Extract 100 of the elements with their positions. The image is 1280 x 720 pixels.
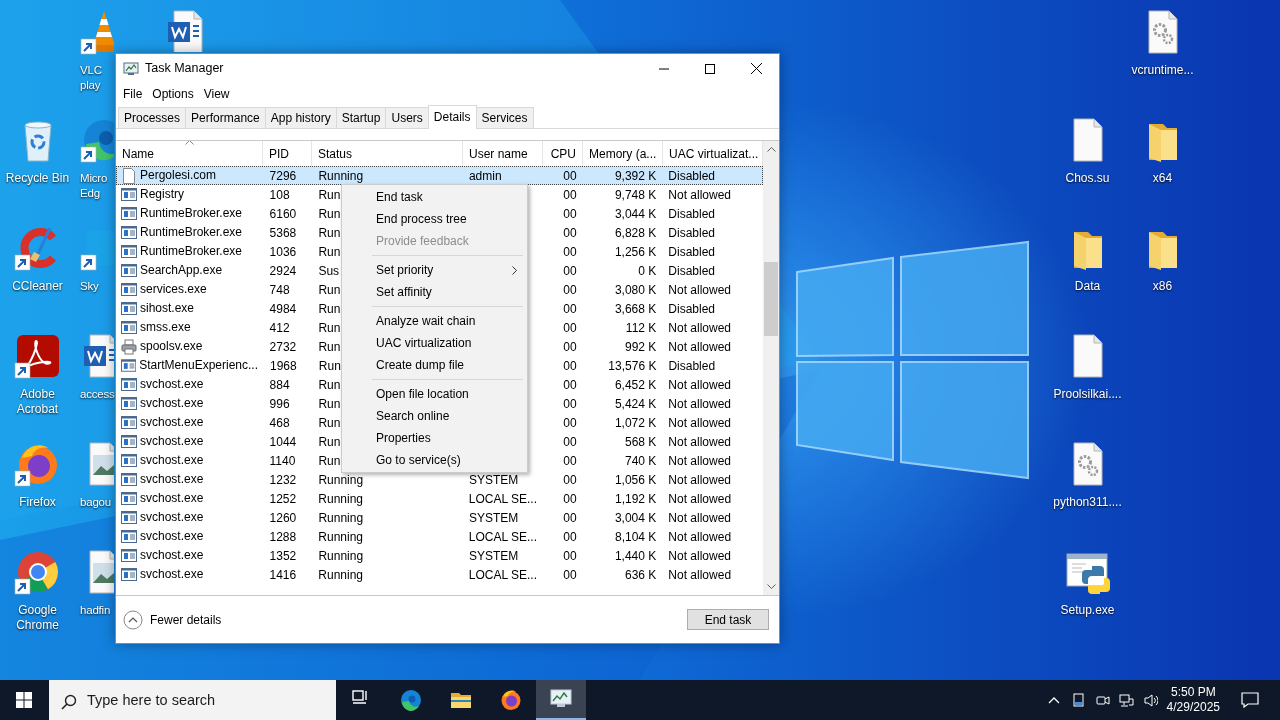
fewer-details-button[interactable]: Fewer details — [123, 609, 222, 630]
table-cell-text: Not allowed — [667, 282, 732, 299]
table-cell[interactable]: RuntimeBroker.exe — [137, 205, 249, 222]
menu-item[interactable]: End task — [344, 186, 525, 208]
table-cell-text: 412 — [268, 320, 291, 337]
icon-label[interactable]: Google Chrome — [16, 603, 59, 633]
tab[interactable]: Startup — [335, 107, 387, 128]
table-cell[interactable]: svchost.exe — [137, 395, 210, 412]
table-cell[interactable]: svchost.exe — [137, 509, 210, 526]
table-cell-text: 1,056 K — [613, 472, 658, 489]
menu-item[interactable]: Search online — [344, 405, 525, 427]
table-cell-text: 00 — [562, 339, 578, 356]
tab[interactable]: Users — [385, 107, 429, 128]
table-cell-text: 1968 — [269, 358, 298, 375]
device-icon[interactable] — [1071, 692, 1087, 708]
scroll-down-icon[interactable] — [766, 584, 776, 589]
menu-item[interactable]: View — [198, 85, 235, 103]
window-icon — [121, 376, 137, 393]
icon-label[interactable]: Proolsilkai.... — [1053, 387, 1122, 402]
network-icon[interactable] — [1119, 692, 1135, 708]
icon-label[interactable]: x86 — [1152, 279, 1173, 294]
chevron-up-icon — [123, 609, 143, 630]
table-cell[interactable]: services.exe — [137, 281, 213, 298]
table-cell[interactable]: svchost.exe — [137, 547, 210, 564]
table-cell-text: 2924 — [268, 263, 298, 280]
table-cell[interactable]: svchost.exe — [137, 433, 210, 450]
menu-item[interactable]: Options — [147, 85, 199, 103]
app-monitor-icon — [123, 60, 139, 77]
tab[interactable]: Details — [427, 105, 477, 129]
table-cell[interactable]: SearchApp.exe — [137, 262, 229, 279]
table-cell[interactable]: svchost.exe — [137, 452, 210, 469]
menu-item[interactable]: File — [118, 85, 148, 103]
table-cell[interactable]: Registry — [137, 186, 190, 203]
menu-item[interactable]: Open file location — [344, 383, 525, 405]
tab[interactable]: Processes — [118, 107, 187, 128]
table-cell-text: Run — [317, 301, 342, 318]
table-cell-text: 748 — [268, 282, 291, 299]
table-cell-text: 740 K — [623, 453, 658, 470]
window-title: Task Manager — [145, 60, 224, 78]
tab[interactable]: Services — [475, 107, 534, 128]
taskbar-app-button[interactable] — [536, 680, 586, 720]
tab[interactable]: App history — [264, 107, 337, 128]
table-cell-text: Not allowed — [667, 548, 732, 565]
menu-item[interactable]: Set priority — [344, 259, 525, 281]
clock[interactable]: 5:50 PM 4/29/2025 — [1162, 685, 1226, 715]
volume-icon[interactable] — [1143, 692, 1159, 708]
table-cell[interactable]: smss.exe — [137, 319, 197, 336]
table-cell-text: 00 — [562, 548, 578, 565]
table-cell[interactable]: sihost.exe — [137, 300, 201, 317]
icon-label[interactable]: vcruntime... — [1131, 63, 1194, 78]
table-cell-text: Not allowed — [667, 396, 732, 413]
menu-item[interactable]: Go to service(s) — [344, 449, 525, 471]
table-cell-text: 00 — [562, 168, 578, 185]
icon-label[interactable]: python311.... — [1053, 495, 1122, 510]
menu-item[interactable]: Create dump file — [344, 354, 525, 376]
table-cell-text: 0 K — [637, 263, 658, 280]
table-cell[interactable]: spoolsv.exe — [137, 338, 209, 355]
table-cell-text: Run — [317, 358, 342, 375]
window-icon — [121, 357, 137, 374]
table-cell-text: admin — [467, 168, 503, 185]
table-cell-text: 1036 — [268, 244, 298, 261]
table-cell-text: Run — [317, 377, 342, 394]
menu-item[interactable]: Set affinity — [344, 281, 525, 303]
table-cell[interactable]: svchost.exe — [137, 490, 210, 507]
table-cell[interactable]: Pergolesi.com — [137, 167, 223, 184]
table-cell-text: Disabled — [667, 358, 717, 375]
menu-item[interactable]: UAC virtualization — [344, 332, 525, 354]
table-cell[interactable]: svchost.exe — [137, 376, 210, 393]
table-cell[interactable]: RuntimeBroker.exe — [137, 243, 249, 260]
table-cell[interactable]: svchost.exe — [137, 471, 210, 488]
search-field[interactable]: Type here to search — [49, 680, 336, 720]
table-cell-text: Not allowed — [667, 529, 733, 546]
table-cell-text: Not allowed — [667, 567, 733, 584]
tab[interactable]: Performance — [185, 107, 266, 128]
column-header[interactable]: Name — [116, 141, 263, 166]
table-cell[interactable]: svchost.exe — [137, 414, 210, 431]
menu-item[interactable]: End process tree — [344, 208, 525, 230]
icon-label[interactable]: Chos.su — [1065, 171, 1110, 186]
pdf-icon[interactable] — [13, 332, 62, 380]
menu-item[interactable]: Analyze wait chain — [344, 310, 525, 332]
icon-label[interactable]: hadfin — [80, 603, 111, 618]
icon-label[interactable]: Setup.exe — [1060, 603, 1115, 618]
table-cell-text: Run — [317, 187, 342, 204]
icon-label[interactable]: Data — [1074, 279, 1101, 294]
table-cell-text: 1,440 K — [613, 548, 658, 565]
scrollbar-thumb[interactable] — [764, 262, 778, 336]
table-cell[interactable]: svchost.exe — [137, 566, 210, 583]
table-cell-text: 13,576 K — [607, 358, 658, 375]
table-cell[interactable]: StartMenuExperienc... — [136, 357, 264, 374]
menu-item[interactable]: Properties — [344, 427, 525, 449]
table-cell-text: 1232 — [268, 472, 298, 489]
scroll-up-icon[interactable] — [766, 147, 776, 152]
icon-label[interactable]: x64 — [1152, 171, 1173, 186]
end-task-button[interactable]: End task — [687, 609, 769, 630]
table-cell[interactable]: svchost.exe — [137, 528, 210, 545]
table-cell-text: 00 — [562, 206, 578, 223]
table-cell[interactable]: RuntimeBroker.exe — [137, 224, 249, 241]
table-cell-text: 3,668 K — [613, 301, 658, 318]
table-cell-text: SYSTEM — [467, 510, 520, 527]
table-cell-text: 112 K — [624, 320, 658, 337]
